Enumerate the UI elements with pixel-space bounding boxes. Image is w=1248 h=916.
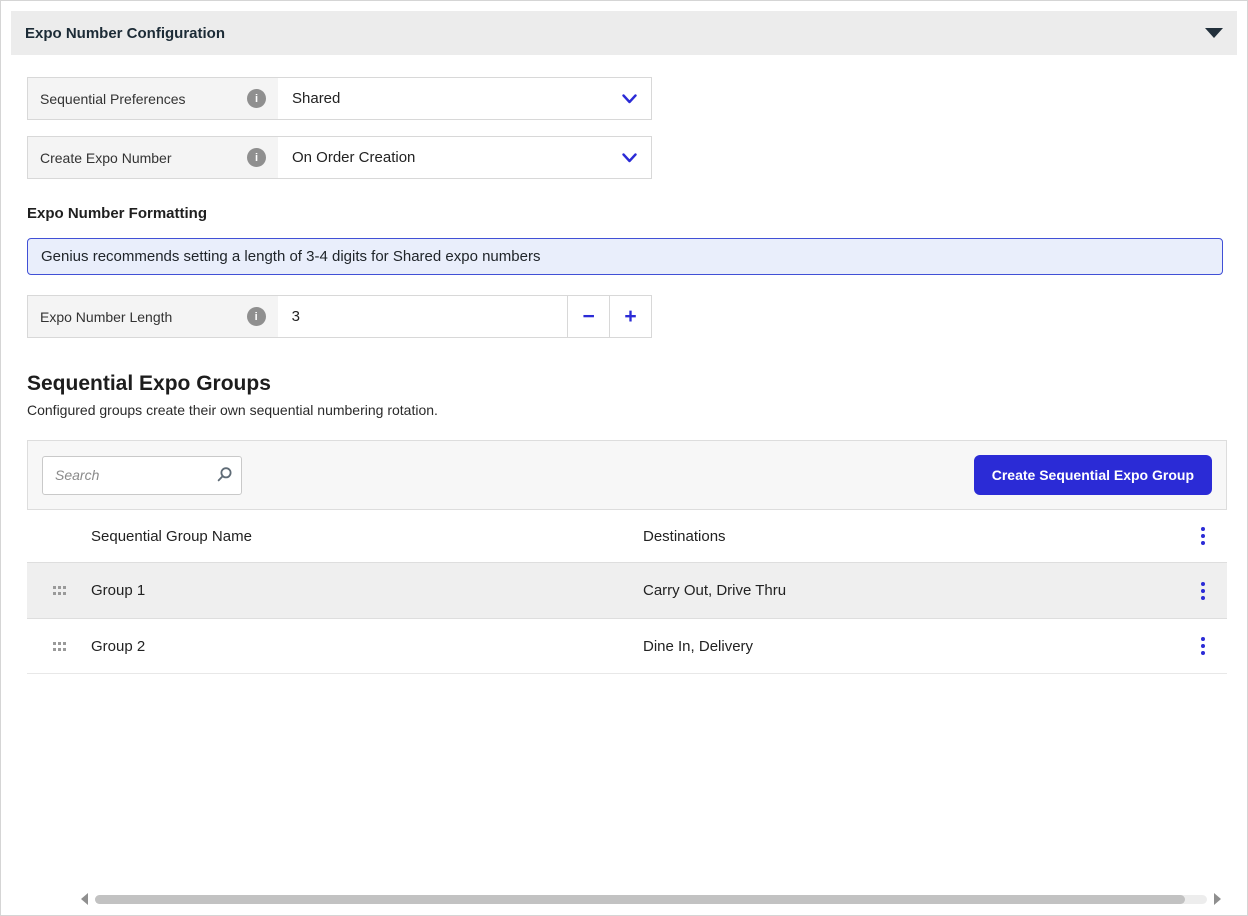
- info-icon[interactable]: i: [247, 307, 266, 326]
- expo-number-formatting-heading: Expo Number Formatting: [27, 205, 1221, 222]
- table-row[interactable]: Group 2 Dine In, Delivery: [27, 618, 1227, 674]
- panel-title: Expo Number Configuration: [25, 25, 225, 42]
- chevron-down-icon: [622, 94, 637, 104]
- info-icon[interactable]: i: [247, 89, 266, 108]
- decrement-button[interactable]: −: [567, 296, 609, 337]
- chevron-down-icon: [622, 153, 637, 163]
- kebab-icon: [1201, 644, 1205, 648]
- panel-content: Sequential Preferences i Shared Create E…: [1, 55, 1247, 674]
- drag-handle-icon: [52, 585, 67, 596]
- create-sequential-expo-group-button[interactable]: Create Sequential Expo Group: [974, 455, 1212, 495]
- sequential-expo-groups-subtitle: Configured groups create their own seque…: [27, 402, 1221, 418]
- scrollbar-thumb[interactable]: [95, 895, 1185, 904]
- collapse-chevron-icon[interactable]: [1205, 28, 1223, 38]
- sequential-expo-groups-title: Sequential Expo Groups: [27, 372, 1221, 396]
- row-kebab-menu[interactable]: [1179, 644, 1227, 648]
- expo-number-configuration-panel: Expo Number Configuration Sequential Pre…: [0, 0, 1248, 916]
- drag-handle[interactable]: [27, 641, 91, 652]
- column-header-destinations: Destinations: [643, 528, 1179, 545]
- groups-toolbar: Create Sequential Expo Group: [27, 440, 1227, 510]
- horizontal-scrollbar: [81, 893, 1221, 905]
- search-box: [42, 456, 242, 495]
- table-row[interactable]: Group 1 Carry Out, Drive Thru: [27, 562, 1227, 618]
- groups-table: Sequential Group Name Destinations Group…: [27, 510, 1221, 674]
- kebab-icon: [1201, 534, 1205, 538]
- create-expo-number-value: On Order Creation: [292, 149, 415, 166]
- info-icon-glyph: i: [255, 311, 258, 323]
- sequential-preferences-select[interactable]: Shared: [278, 78, 651, 119]
- search-icon[interactable]: [216, 466, 233, 483]
- create-expo-number-select[interactable]: On Order Creation: [278, 137, 651, 178]
- row-kebab-menu[interactable]: [1179, 589, 1227, 593]
- create-expo-number-label-cell: Create Expo Number i: [28, 137, 278, 178]
- table-header-row: Sequential Group Name Destinations: [27, 510, 1227, 562]
- sequential-preferences-label-cell: Sequential Preferences i: [28, 78, 278, 119]
- expo-number-length-value[interactable]: 3: [278, 296, 568, 337]
- scroll-left-arrow-icon[interactable]: [81, 893, 88, 905]
- create-expo-number-label: Create Expo Number: [40, 150, 172, 166]
- increment-button[interactable]: +: [609, 296, 651, 337]
- destinations-cell: Carry Out, Drive Thru: [643, 582, 1179, 599]
- info-icon-glyph: i: [255, 93, 258, 105]
- info-icon-glyph: i: [255, 152, 258, 164]
- info-icon[interactable]: i: [247, 148, 266, 167]
- create-expo-number-field: Create Expo Number i On Order Creation: [27, 136, 652, 179]
- expo-number-length-field: Expo Number Length i 3 − +: [27, 295, 652, 338]
- expo-number-length-label: Expo Number Length: [40, 309, 172, 325]
- sequential-preferences-value: Shared: [292, 90, 340, 107]
- expo-number-length-label-cell: Expo Number Length i: [28, 296, 278, 337]
- sequential-preferences-field: Sequential Preferences i Shared: [27, 77, 652, 120]
- drag-handle[interactable]: [27, 585, 91, 596]
- scroll-right-arrow-icon[interactable]: [1214, 893, 1221, 905]
- drag-handle-icon: [52, 641, 67, 652]
- column-header-name: Sequential Group Name: [91, 528, 643, 545]
- destinations-cell: Dine In, Delivery: [643, 638, 1179, 655]
- scrollbar-track[interactable]: [95, 895, 1207, 904]
- sequential-preferences-label: Sequential Preferences: [40, 91, 186, 107]
- group-name-cell: Group 1: [91, 582, 643, 599]
- recommendation-banner: Genius recommends setting a length of 3-…: [27, 238, 1223, 275]
- table-header-kebab-menu[interactable]: [1179, 534, 1227, 538]
- kebab-icon: [1201, 589, 1205, 593]
- group-name-cell: Group 2: [91, 638, 643, 655]
- panel-header[interactable]: Expo Number Configuration: [11, 11, 1237, 55]
- search-input[interactable]: [42, 456, 242, 495]
